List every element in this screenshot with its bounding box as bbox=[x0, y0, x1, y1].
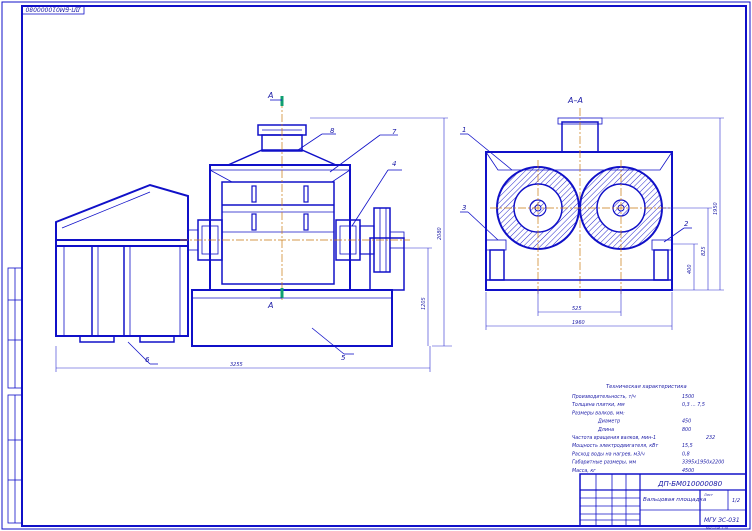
leader-4: 4 bbox=[392, 160, 396, 168]
spec-title: Техническая характеристика bbox=[606, 384, 687, 390]
spec-label: Производительность, т/ч bbox=[572, 394, 636, 400]
spec-label: Толщина плитки, мм bbox=[572, 402, 625, 408]
dim-section-height: 1950 bbox=[713, 202, 719, 215]
leader-8: 8 bbox=[330, 127, 335, 135]
section-leader-3: 3 bbox=[462, 204, 466, 212]
title-scale: Масштаб 1:10 bbox=[706, 526, 728, 530]
dim-front-mid-height: 1205 bbox=[421, 297, 427, 310]
spec-value: 15,5 bbox=[682, 443, 693, 449]
top-left-stamp-text: ДП-БМ010000080 bbox=[25, 6, 81, 13]
spec-value: 800 bbox=[682, 427, 691, 433]
title-sheet-label: Лист bbox=[703, 493, 714, 497]
spec-label: Мощность электродвигателя, кВт bbox=[572, 443, 658, 449]
dim-section-axis-height: 825 bbox=[701, 246, 707, 256]
section-mark-bottom: А bbox=[267, 301, 273, 310]
spec-value: 232 bbox=[706, 435, 715, 441]
spec-label: Частота вращения валков, мин-1 bbox=[572, 435, 656, 441]
spec-label: Длина bbox=[597, 427, 614, 433]
leader-7: 7 bbox=[392, 128, 397, 136]
spec-label: Размеры валков, мм: bbox=[572, 410, 625, 416]
dim-front-height: 2080 bbox=[437, 227, 443, 240]
outer-frame bbox=[1, 1, 751, 530]
dim-section-base-height: 400 bbox=[687, 264, 693, 274]
top-left-stamp: ДП-БМ010000080 bbox=[21, 6, 85, 15]
leader-6: 6 bbox=[145, 356, 150, 364]
section-view: А–А 1960 525 1950 825 400 1 3 2 bbox=[460, 96, 724, 330]
section-title: А–А bbox=[567, 96, 583, 105]
title-sheets: 1/2 bbox=[732, 498, 740, 504]
drawing-sheet: ДП-БМ010000080 А А 3255 2080 1205 8 7 4 … bbox=[1, 1, 751, 530]
title-org: МГУ ЗС-031 bbox=[704, 517, 740, 524]
spec-label: Диаметр bbox=[597, 419, 620, 425]
front-view: А А 3255 2080 1205 8 7 4 6 5 bbox=[55, 91, 452, 372]
spec-value: 450 bbox=[682, 419, 691, 425]
spec-table: Техническая характеристика Производитель… bbox=[572, 384, 724, 474]
dim-section-width: 1960 bbox=[572, 320, 585, 326]
spec-value: 0,8 bbox=[682, 451, 690, 457]
section-leader-2: 2 bbox=[684, 220, 689, 228]
spec-label: Расход воды на нагрев, м3/ч bbox=[572, 451, 645, 457]
title-doc-code: ДП-БМ010000080 bbox=[657, 480, 723, 488]
title-name: Вальцовая площадка bbox=[643, 497, 707, 503]
leader-5: 5 bbox=[341, 354, 346, 362]
section-leader-1: 1 bbox=[462, 126, 466, 134]
dim-front-length: 3255 bbox=[230, 362, 243, 368]
spec-label: Габаритные размеры, мм bbox=[572, 460, 636, 466]
spec-value: 0,3 ... 7,5 bbox=[682, 402, 705, 408]
section-mark-top: А bbox=[267, 91, 273, 100]
spec-value: 4500 bbox=[682, 468, 694, 474]
dim-section-roll-distance: 525 bbox=[572, 306, 582, 312]
spec-value: 3395х1950х2200 bbox=[682, 460, 724, 466]
left-side-strips bbox=[7, 267, 23, 524]
title-block: ДП-БМ010000080 Вальцовая площадка МГУ ЗС… bbox=[579, 473, 747, 530]
spec-label: Масса, кг bbox=[572, 468, 596, 474]
spec-value: 1500 bbox=[682, 394, 694, 400]
